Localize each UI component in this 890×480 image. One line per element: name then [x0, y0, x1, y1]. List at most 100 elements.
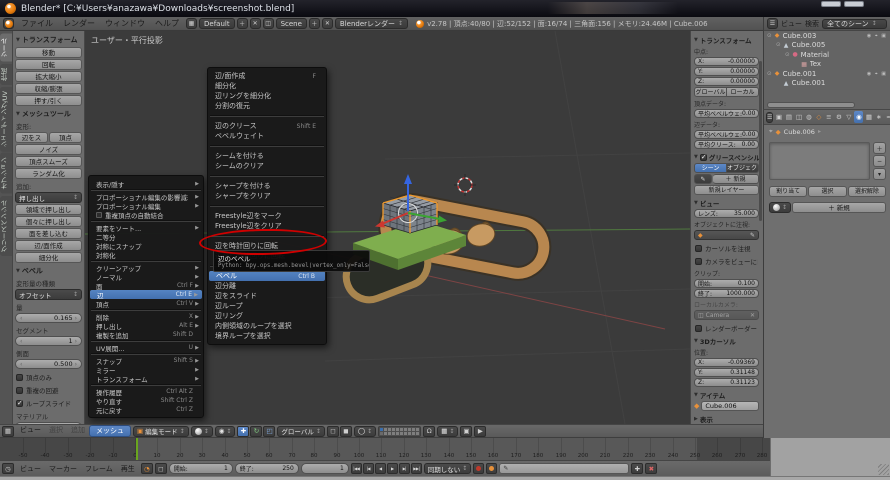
delete-layout-button[interactable]: ✕	[250, 18, 261, 29]
lock-alt-icon[interactable]: ◼	[340, 426, 352, 437]
menu-item[interactable]: ▶	[208, 171, 326, 181]
material-action-button[interactable]: 選択解除	[848, 186, 886, 197]
tool-button[interactable]: 辺/面作成	[15, 240, 82, 251]
sync-dropdown[interactable]: 同期しない↕	[424, 463, 472, 474]
material-action-button[interactable]: 割り当て	[769, 186, 807, 197]
menu-item[interactable]: 元に戻す Ctrl Z ▶	[89, 405, 203, 414]
value-slider[interactable]: ‹0.165›	[15, 313, 82, 323]
cursor-location-slider[interactable]: X:-0.09369	[694, 358, 759, 367]
clip-start-slider[interactable]: 開始:0.100	[694, 279, 759, 288]
current-frame-marker[interactable]	[136, 438, 138, 460]
restrict-toggles-icons[interactable]: ◉ ⌖ ▣	[867, 71, 887, 77]
properties-tab[interactable]: ◇	[814, 111, 823, 123]
frame-start-field[interactable]: 開始:1	[169, 463, 233, 474]
menu-item[interactable]: ベベル Ctrl B ▶	[209, 271, 325, 281]
outliner-hscrollbar[interactable]	[768, 103, 854, 107]
menu-item[interactable]: シャープをクリア ▶	[208, 191, 326, 201]
new-material-button[interactable]: ＋ 新規	[792, 202, 886, 213]
local-camera-field[interactable]: ◫Camera✕	[694, 310, 759, 320]
lock-camera-row[interactable]: カメラをビューにロ..	[695, 256, 758, 266]
pivot-point-dropdown[interactable]: ◉↕	[215, 426, 236, 437]
menu-item[interactable]: UV展開... U ▶	[89, 343, 203, 352]
bevel-amount-type-dropdown[interactable]: オフセット↕	[15, 289, 82, 300]
properties-tab[interactable]: ▣	[774, 111, 783, 123]
checkbox[interactable]	[16, 387, 23, 394]
scene-button[interactable]: シーン	[694, 163, 727, 173]
menu-item[interactable]: シームを付ける ▶	[208, 151, 326, 161]
translate-manipulator-icon[interactable]: ✚	[237, 426, 249, 437]
screen-layout-icon[interactable]: ▦	[186, 18, 197, 29]
expander-icon[interactable]: ⊙	[767, 33, 772, 39]
transform-orientation-dropdown[interactable]: グローバル↕	[277, 426, 324, 437]
menu-item[interactable]: 境界ループを選択 ▶	[208, 331, 326, 341]
menu-item[interactable]: シャープを付ける ▶	[208, 181, 326, 191]
playback-button[interactable]: ◀	[375, 463, 386, 474]
pin-icon[interactable]: ⌖	[769, 127, 773, 136]
editor-type-button[interactable]	[3, 18, 14, 29]
delete-scene-button[interactable]: ✕	[322, 18, 333, 29]
tool-button[interactable]: 押す/引く	[15, 95, 82, 106]
playback-button[interactable]: ▶▶|	[411, 463, 422, 474]
playback-button[interactable]: |◀◀	[351, 463, 362, 474]
eyedropper-icon[interactable]: ✎	[750, 232, 755, 239]
lock-cursor-row[interactable]: カーソルを注視	[695, 243, 758, 253]
outliner-row[interactable]: ⊙ Cube.001 ◉ ⌖ ▣	[773, 79, 890, 89]
menu-item[interactable]: 対称化 ▶	[89, 250, 203, 259]
menu-item[interactable]: ファイル	[16, 19, 58, 28]
checkbox[interactable]	[695, 258, 702, 265]
tool-button[interactable]: 細分化	[15, 252, 82, 263]
panel-header-grease-pencil[interactable]: ▼グリースペンシルレイ	[694, 152, 759, 162]
local-button[interactable]: ローカル	[727, 87, 759, 97]
mean-bevel-weight-slider[interactable]: 平均ベベルウェ:0.00	[694, 109, 759, 118]
panel-header-view[interactable]: ▼ビュー	[694, 198, 759, 208]
properties-tab[interactable]: ◫	[794, 111, 803, 123]
cursor-location-slider[interactable]: Y:0.31148	[694, 368, 759, 377]
menu-item[interactable]: 辺のクリース Shift E ▶	[208, 121, 326, 131]
expander-icon[interactable]: ⊙	[785, 52, 790, 58]
checkbox-row[interactable]: 重複の回避	[16, 385, 81, 395]
screen-layout-field[interactable]: Default	[199, 18, 235, 29]
tool-button[interactable]: 移動	[15, 47, 82, 58]
object-button[interactable]: オブジェクト	[727, 163, 759, 173]
tool-button[interactable]: 領域で押し出し	[15, 204, 82, 215]
window-buttons[interactable]	[821, 1, 864, 7]
tool-button[interactable]: ノイズ	[15, 144, 82, 155]
properties-tab[interactable]: ◍	[804, 111, 813, 123]
add-slot-button[interactable]: ＋	[873, 142, 886, 154]
median-slider[interactable]: Z:0.00000	[694, 77, 759, 86]
playback-button[interactable]: ▶	[387, 463, 398, 474]
tool-button[interactable]: 面を差し込む	[15, 228, 82, 239]
median-slider[interactable]: Y:0.00000	[694, 67, 759, 76]
panel-header-3d-cursor[interactable]: ▼3Dカーソル	[694, 336, 759, 346]
tool-button[interactable]: 辺をス	[15, 132, 48, 143]
checkbox[interactable]	[16, 374, 23, 381]
mode-dropdown[interactable]: ▣編集モード↕	[133, 426, 189, 437]
menu-item[interactable]: 辺をスライド ▶	[208, 291, 326, 301]
extrude-dropdown[interactable]: 押し出し↕	[15, 192, 82, 203]
checkbox-row[interactable]: 頂点のみ	[16, 372, 81, 382]
render-engine-dropdown[interactable]: Blenderレンダー↕	[335, 18, 408, 29]
menu-item[interactable]: シームのクリア ▶	[208, 161, 326, 171]
delete-keyframe-icon[interactable]: ✖	[645, 463, 657, 474]
timeline-menu[interactable]: フレーム	[81, 464, 117, 474]
checkbox[interactable]	[16, 400, 23, 407]
rotate-manipulator-icon[interactable]: ↻	[250, 426, 262, 437]
properties-tab[interactable]: ◉	[854, 111, 863, 123]
timeline-menu[interactable]: 再生	[117, 464, 139, 474]
opengl-render-icon[interactable]: ▣	[460, 426, 472, 437]
opengl-render-anim-icon[interactable]: ▶	[474, 426, 486, 437]
properties-tab[interactable]: ▽	[844, 111, 853, 123]
menu-item[interactable]: 重複頂点の自動結合 ▶	[89, 210, 203, 219]
tool-button[interactable]: 個々に押し出し	[15, 216, 82, 227]
outliner-row[interactable]: ⊙ Cube.001 ◉ ⌖ ▣	[764, 69, 890, 79]
current-frame-field[interactable]: 1	[301, 463, 349, 474]
properties-tab[interactable]: ≈	[884, 111, 890, 123]
median-slider[interactable]: X:-0.00000	[694, 57, 759, 66]
panel-header-transform[interactable]: ▼トランスフォーム	[694, 35, 759, 45]
tool-shelf-tab[interactable]: 作成	[0, 64, 12, 85]
value-slider[interactable]: ‹0.500›	[15, 359, 82, 369]
header-menu[interactable]: ビュー	[16, 425, 45, 437]
expander-icon[interactable]: ⊙	[767, 71, 772, 77]
menu-item[interactable]: 分割の復元 ▶	[208, 101, 326, 111]
restrict-toggles-icons[interactable]: ◉ ⌖ ▣	[867, 33, 887, 39]
